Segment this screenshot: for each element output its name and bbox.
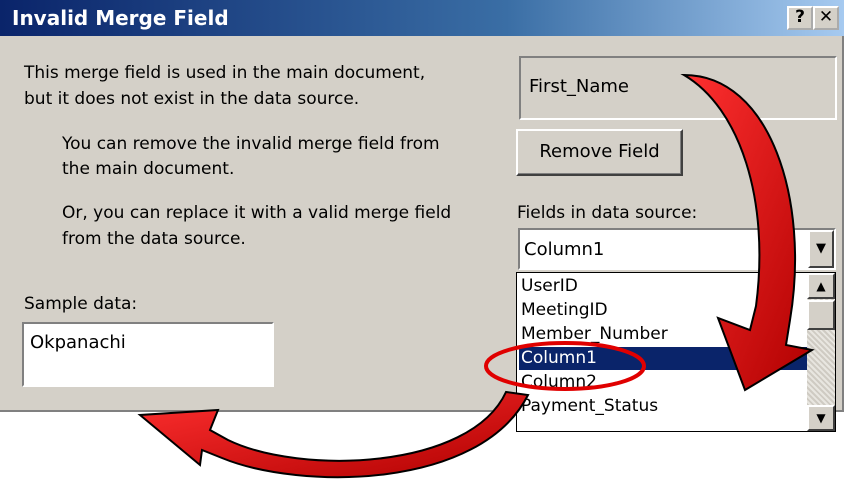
annotation-arrow-curve — [137, 390, 530, 479]
annotation-arrow-down — [680, 73, 815, 392]
annotation-overlay — [137, 73, 815, 479]
annotation-highlight-ellipse — [484, 341, 646, 391]
